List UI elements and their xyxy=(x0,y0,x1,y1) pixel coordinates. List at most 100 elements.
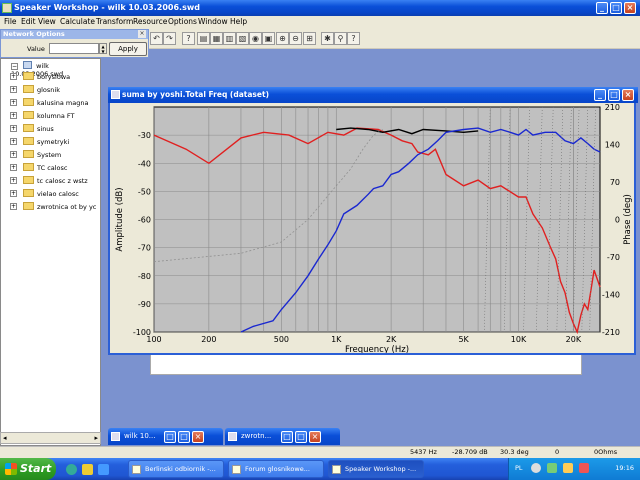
language-indicator[interactable]: PL xyxy=(515,464,523,472)
tree-item[interactable]: + symetryki xyxy=(10,137,69,147)
scroll-left-icon[interactable]: ◂ xyxy=(3,434,7,442)
tree-item-label: vielao calosc xyxy=(37,190,79,198)
frequency-response-chart[interactable]: 100 200 500 1K 2K 5K 10K 20K-30-40-50-60-70-80-… xyxy=(110,103,634,353)
task-icon xyxy=(132,465,141,474)
menu-edit[interactable]: Edit xyxy=(21,17,36,26)
tree-item[interactable]: + System xyxy=(10,150,61,160)
record-icon[interactable]: ◉ xyxy=(249,32,262,45)
expand-icon[interactable]: + xyxy=(10,99,17,106)
close-button[interactable]: × xyxy=(192,431,204,443)
task-icon xyxy=(232,465,241,474)
app-title: Speaker Workshop - wilk 10.03.2006.swd xyxy=(14,3,200,12)
menu-calculate[interactable]: Calculate xyxy=(60,17,95,26)
menu-bar: File Edit View Calculate Transform Resou… xyxy=(0,16,640,29)
maximize-button[interactable]: □ xyxy=(178,431,190,443)
explorer-icon[interactable] xyxy=(82,464,93,475)
value-spinner[interactable]: ▲ ▼ xyxy=(99,43,107,54)
table-icon[interactable]: ▥ xyxy=(223,32,236,45)
desktop-icon[interactable] xyxy=(98,464,109,475)
taskbar-task[interactable]: Forum glosnikowe... xyxy=(228,460,324,478)
taskbar-task-active[interactable]: Speaker Workshop -... xyxy=(328,460,424,478)
context-help-icon[interactable]: ? xyxy=(347,32,360,45)
close-button[interactable]: × xyxy=(309,431,321,443)
taskbar-task[interactable]: Berlinski odbiornik -... xyxy=(128,460,224,478)
value-label: Value xyxy=(27,45,45,53)
y2-tick-label: 70 xyxy=(610,178,620,187)
open-icon[interactable]: ▤ xyxy=(197,32,210,45)
expand-icon[interactable]: + xyxy=(10,164,17,171)
close-button[interactable]: × xyxy=(624,2,636,14)
tray-icon[interactable] xyxy=(547,463,557,473)
chart-minimize-button[interactable]: _ xyxy=(594,89,606,101)
tools-icon[interactable]: ✱ xyxy=(321,32,334,45)
expand-icon[interactable]: + xyxy=(10,73,17,80)
browser-icon[interactable] xyxy=(66,464,77,475)
task-label: Speaker Workshop -... xyxy=(345,465,417,473)
chart-maximize-button[interactable]: □ xyxy=(608,89,620,101)
zoom-in-icon[interactable]: ⊕ xyxy=(276,32,289,45)
tree-item-label: TC calosc xyxy=(37,164,68,172)
tree-item-label: sinus xyxy=(37,125,54,133)
tree-item[interactable]: + boryslowa xyxy=(10,72,70,82)
tree-item[interactable]: + sinus xyxy=(10,124,54,134)
tray-icon[interactable] xyxy=(563,463,573,473)
chart-icon[interactable]: ▧ xyxy=(236,32,249,45)
redo-icon[interactable]: ↷ xyxy=(163,32,176,45)
help-icon[interactable]: ? xyxy=(182,32,195,45)
expand-icon[interactable]: + xyxy=(10,151,17,158)
expand-icon[interactable]: + xyxy=(10,112,17,119)
start-button[interactable]: Start xyxy=(0,458,56,480)
expand-icon[interactable]: + xyxy=(10,177,17,184)
menu-help[interactable]: Help xyxy=(230,17,247,26)
scroll-right-icon[interactable]: ▸ xyxy=(94,434,98,442)
pin-icon[interactable]: ⚲ xyxy=(334,32,347,45)
chart-window: suma by yoshi.Total Freq (dataset) _ □ ×… xyxy=(108,87,638,355)
x-tick-label: 1K xyxy=(331,335,342,344)
zoom-fit-icon[interactable]: ⊞ xyxy=(303,32,316,45)
expand-icon[interactable]: + xyxy=(10,125,17,132)
expand-icon[interactable]: + xyxy=(10,190,17,197)
menu-file[interactable]: File xyxy=(4,17,17,26)
expand-icon[interactable]: + xyxy=(10,86,17,93)
minimize-button[interactable]: _ xyxy=(596,2,608,14)
speaker-icon[interactable]: ▣ xyxy=(262,32,275,45)
tree-horizontal-scrollbar[interactable]: ◂ ▸ xyxy=(0,432,101,444)
minimized-window[interactable]: zwrotn... □ □ × xyxy=(225,428,340,445)
maximize-button[interactable]: □ xyxy=(295,431,307,443)
restore-button[interactable]: □ xyxy=(164,431,176,443)
collapse-icon[interactable]: − xyxy=(11,63,18,70)
tree-item[interactable]: + glosnik xyxy=(10,85,60,95)
tree-item-label: tc calosc z wstz xyxy=(37,177,88,185)
expand-icon[interactable]: + xyxy=(10,138,17,145)
network-options-panel: Network Options × Value ▲ ▼ Apply xyxy=(0,29,149,58)
menu-options[interactable]: Options xyxy=(168,17,197,26)
undo-icon[interactable]: ↶ xyxy=(150,32,163,45)
window-icon xyxy=(228,432,237,441)
restore-button[interactable]: □ xyxy=(281,431,293,443)
panel-close-icon[interactable]: × xyxy=(138,30,146,38)
chart-close-button[interactable]: × xyxy=(622,89,634,101)
tree-item[interactable]: + TC calosc xyxy=(10,163,68,173)
tree-item[interactable]: + tc calosc z wstz xyxy=(10,176,88,186)
tray-icon[interactable] xyxy=(579,463,589,473)
tree-item[interactable]: + kolumna FT xyxy=(10,111,75,121)
minimized-window-title: zwrotn... xyxy=(241,432,272,440)
menu-transform[interactable]: Transform xyxy=(96,17,133,26)
tree-item[interactable]: + zwrotnica ot by yc xyxy=(10,202,96,212)
minimized-window[interactable]: wilk 10... □ □ × xyxy=(108,428,223,445)
maximize-button[interactable]: □ xyxy=(610,2,622,14)
menu-resource[interactable]: Resource xyxy=(133,17,167,26)
tree-item[interactable]: + kalusina magna xyxy=(10,98,88,108)
tree-item[interactable]: + vielao calosc xyxy=(10,189,79,199)
tray-icon[interactable] xyxy=(531,463,541,473)
value-input[interactable] xyxy=(49,43,99,54)
y-axis-label: Amplitude (dB) xyxy=(115,187,125,251)
grid-icon[interactable]: ▦ xyxy=(210,32,223,45)
apply-button[interactable]: Apply xyxy=(109,42,147,56)
chart-window-title-bar[interactable]: suma by yoshi.Total Freq (dataset) _ □ × xyxy=(108,87,638,103)
menu-window[interactable]: Window xyxy=(198,17,228,26)
zoom-out-icon[interactable]: ⊖ xyxy=(289,32,302,45)
expand-icon[interactable]: + xyxy=(10,203,17,210)
y2-tick-label: -210 xyxy=(602,328,620,337)
menu-view[interactable]: View xyxy=(38,17,56,26)
